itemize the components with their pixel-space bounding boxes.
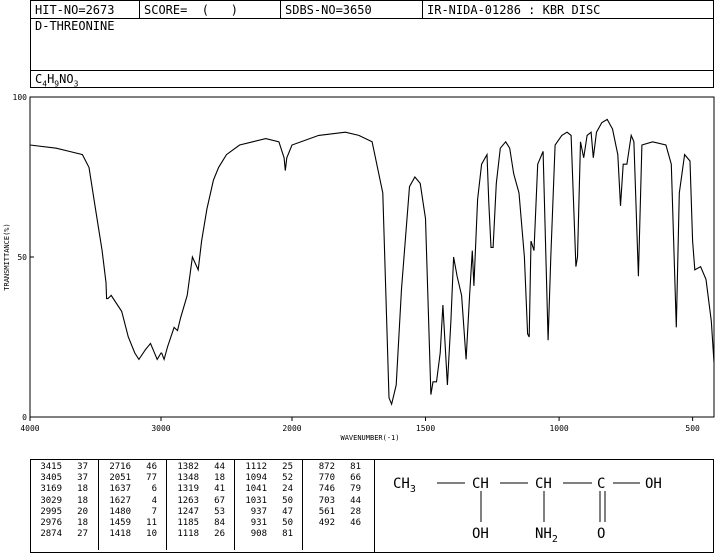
peak-wavenumber: 770 <box>318 473 335 484</box>
peak-wavenumber: 3029 <box>40 495 62 506</box>
peak-transmittance: 67 <box>214 495 225 506</box>
peak-wavenumber: 1480 <box>109 506 131 517</box>
peak-wavenumber: 1637 <box>109 484 131 495</box>
peak-transmittance: 24 <box>282 484 293 495</box>
x-axis-label: WAVENUMBER(-1) <box>340 434 399 442</box>
peak-transmittance: 18 <box>77 495 88 506</box>
peak-transmittance: 7 <box>151 506 157 517</box>
x-tick-group: 4000 3000 2000 1500 1000 500 <box>20 417 700 433</box>
peak-wavenumber: 1263 <box>177 495 199 506</box>
x-tick-label: 1000 <box>549 424 568 433</box>
peak-transmittance: 50 <box>282 495 293 506</box>
peak-table: 3415 37 3405 37 3169 18 3029 18 2995 20 2976 18 2874… <box>30 460 370 550</box>
peak-transmittance: 79 <box>350 484 361 495</box>
peak-wavenumber: 3405 <box>40 473 62 484</box>
peak-transmittance: 52 <box>282 473 293 484</box>
peak-wavenumber: 1118 <box>177 529 199 540</box>
peak-wavenumber: 2716 <box>109 462 131 472</box>
peak-transmittance: 11 <box>146 518 157 528</box>
peak-wavenumber: 2995 <box>40 506 62 517</box>
x-tick-label: 2000 <box>282 424 301 433</box>
peak-transmittance: 44 <box>350 495 361 506</box>
peak-transmittance: 25 <box>282 462 293 472</box>
peak-transmittance: 37 <box>77 462 88 472</box>
peak-transmittance: 6 <box>151 484 157 495</box>
peak-transmittance: 84 <box>214 518 225 528</box>
peak-wavenumber: 703 <box>318 495 335 506</box>
peak-wavenumber: 1319 <box>177 484 199 495</box>
peak-wavenumber: 1094 <box>245 473 267 484</box>
peak-wavenumber: 1185 <box>177 518 199 528</box>
peak-wavenumber: 1459 <box>109 518 131 528</box>
x-tick-label: 3000 <box>151 424 170 433</box>
peak-column: 872 81 770 66 746 79 703 44 561 28 492 46 <box>302 460 371 550</box>
peak-wavenumber: 931 <box>250 518 267 528</box>
peak-wavenumber: 2051 <box>109 473 131 484</box>
peak-wavenumber: 937 <box>250 506 267 517</box>
peak-transmittance: 81 <box>282 529 293 540</box>
peak-transmittance: 26 <box>214 529 225 540</box>
peak-wavenumber: 908 <box>250 529 267 540</box>
peak-column: 1382 44 1348 18 1319 41 1263 67 1247 53 1185 84 1118… <box>166 460 235 550</box>
x-tick-label: 4000 <box>20 424 39 433</box>
peak-wavenumber: 872 <box>318 462 335 472</box>
peak-wavenumber: 3415 <box>40 462 62 472</box>
peak-wavenumber: 1247 <box>177 506 199 517</box>
peak-transmittance: 47 <box>282 506 293 517</box>
y-tick-group: 0 50 100 <box>13 93 34 422</box>
peak-transmittance: 18 <box>77 518 88 528</box>
peak-column: 3415 37 3405 37 3169 18 3029 18 2995 20 2976 18 2874… <box>30 460 98 550</box>
peak-wavenumber: 2874 <box>40 529 62 540</box>
peak-wavenumber: 1112 <box>245 462 267 472</box>
peak-wavenumber: 3169 <box>40 484 62 495</box>
peak-wavenumber: 561 <box>318 506 335 517</box>
y-tick-label: 100 <box>13 93 28 102</box>
spectrum-line <box>29 118 715 406</box>
peak-transmittance: 53 <box>214 506 225 517</box>
peak-wavenumber: 1348 <box>177 473 199 484</box>
peak-transmittance: 18 <box>77 484 88 495</box>
peak-wavenumber: 492 <box>318 518 335 528</box>
ir-spectrum-chart: TRANSMITTANCE(%) WAVENUMBER(-1) 0 50 100 4… <box>3 93 715 442</box>
x-tick-label: 1500 <box>416 424 435 433</box>
x-tick-label: 500 <box>685 424 700 433</box>
peak-column: 1112 25 1094 52 1041 24 1031 50 937 47 931 50 908 81 <box>234 460 303 550</box>
peak-transmittance: 37 <box>77 473 88 484</box>
peak-wavenumber: 1031 <box>245 495 267 506</box>
peak-transmittance: 4 <box>151 495 157 506</box>
peak-transmittance: 41 <box>214 484 225 495</box>
peak-wavenumber: 1418 <box>109 529 131 540</box>
peak-transmittance: 44 <box>214 462 225 472</box>
peak-wavenumber: 1627 <box>109 495 131 506</box>
peak-transmittance: 46 <box>350 518 361 528</box>
peak-column: 2716 46 2051 77 1637 6 1627 4 1480 7 1459 11 1418 10 <box>98 460 167 550</box>
peak-transmittance: 18 <box>214 473 225 484</box>
peak-transmittance: 20 <box>77 506 88 517</box>
peak-transmittance: 28 <box>350 506 361 517</box>
y-axis-label: TRANSMITTANCE(%) <box>3 223 11 290</box>
peak-transmittance: 77 <box>146 473 157 484</box>
peak-wavenumber: 746 <box>318 484 335 495</box>
peak-transmittance: 10 <box>146 529 157 540</box>
y-tick-label: 50 <box>17 253 27 262</box>
peak-transmittance: 66 <box>350 473 361 484</box>
peak-transmittance: 81 <box>350 462 361 472</box>
plot-frame <box>29 96 715 418</box>
peak-wavenumber: 1382 <box>177 462 199 472</box>
peak-wavenumber: 2976 <box>40 518 62 528</box>
peak-transmittance: 50 <box>282 518 293 528</box>
peak-transmittance: 46 <box>146 462 157 472</box>
peak-wavenumber: 1041 <box>245 484 267 495</box>
peak-transmittance: 27 <box>77 529 88 540</box>
y-tick-label: 0 <box>22 413 27 422</box>
table-divider <box>374 460 375 552</box>
